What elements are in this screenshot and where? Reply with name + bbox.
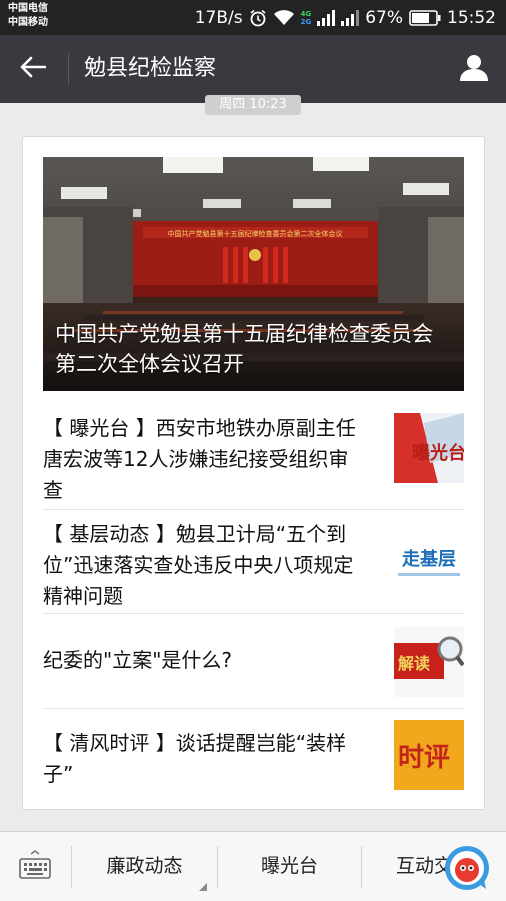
thumb-text: 走基层 [402, 548, 456, 570]
article-card: 中国共产党勉县第十五届纪律检查委员会第二次全体会议 中国共产党勉县第十五届纪律检… [22, 136, 485, 810]
thumb-text: 时评 [398, 743, 450, 773]
divider [43, 613, 464, 614]
article-item[interactable]: 【 基层动态 】勉县卫计局“五个到位”迅速落实查处违反中央八项规定精神问题 走基… [43, 511, 464, 609]
back-arrow-icon [20, 56, 47, 82]
net-4g-label: 4G [300, 9, 312, 18]
article-thumbnail: 曝光台 [394, 413, 464, 483]
battery-percent: 67% [365, 7, 403, 28]
net-2g-label: 2G [300, 17, 312, 26]
bottom-menu: 廉政动态 曝光台 互动交流 [0, 831, 506, 901]
hero-article[interactable]: 中国共产党勉县第十五届纪律检查委员会第二次全体会议 中国共产党勉县第十五届纪律检… [43, 157, 464, 391]
submenu-indicator-icon [199, 883, 207, 891]
article-thumbnail: 时评 [394, 720, 464, 790]
article-title: 【 清风时评 】谈话提醒岂能“装样子” [43, 731, 347, 786]
article-item[interactable]: 【 曝光台 】西安市地铁办原副主任唐宏波等12人涉嫌违纪接受组织审查 曝光台 [43, 407, 464, 502]
back-button[interactable] [10, 47, 56, 91]
person-icon [459, 52, 489, 86]
article-thumbnail: 解读 [394, 627, 464, 697]
clock: 15:52 [447, 7, 496, 28]
thumb-text: 解读 [398, 654, 430, 673]
article-item[interactable]: 【 清风时评 】谈话提醒岂能“装样子” 时评 [43, 710, 464, 806]
title-bar: 勉县纪检监察 [0, 35, 506, 103]
network-speed: 17B/s [194, 7, 243, 28]
carrier-1: 中国电信 [8, 3, 48, 14]
article-title: 【 基层动态 】勉县卫计局“五个到位”迅速落实查处违反中央八项规定精神问题 [43, 522, 354, 608]
article-title: 纪委的"立案"是什么? [43, 648, 233, 672]
floating-assistant-icon[interactable] [442, 843, 492, 893]
article-thumbnail: 走基层 [394, 523, 464, 593]
thumb-text: 曝光台 [412, 442, 464, 464]
status-bar: 中国电信 中国移动 17B/s 4G 2G 67% 15:52 [0, 0, 506, 35]
profile-button[interactable] [454, 49, 494, 89]
network-type: 4G 2G [301, 10, 312, 26]
menu-item-lianzheng[interactable]: 廉政动态 [72, 832, 217, 901]
divider [43, 509, 464, 510]
signal-icon [317, 9, 336, 26]
article-title: 【 曝光台 】西安市地铁办原副主任唐宏波等12人涉嫌违纪接受组织审查 [43, 416, 356, 502]
menu-item-baoguangtai[interactable]: 曝光台 [218, 832, 361, 901]
keyboard-icon [18, 849, 52, 884]
carrier-2: 中国移动 [8, 17, 48, 28]
hero-banner-text: 中国共产党勉县第十五届纪律检查委员会第二次全体会议 [168, 229, 343, 238]
hero-title: 中国共产党勉县第十五届纪律检查委员会第二次全体会议召开 [55, 322, 433, 376]
message-timestamp: 周四 10:23 [205, 95, 301, 115]
article-item[interactable]: 纪委的"立案"是什么? 解读 [43, 615, 464, 707]
keyboard-toggle-button[interactable] [0, 832, 70, 901]
carrier-names: 中国电信 中国移动 [8, 2, 48, 30]
battery-icon [409, 9, 441, 26]
signal-icon-2 [341, 9, 360, 26]
page-title: 勉县纪检监察 [84, 56, 217, 81]
title-divider [68, 53, 69, 85]
wifi-icon [273, 9, 295, 27]
divider [43, 708, 464, 709]
alarm-icon [249, 9, 267, 27]
